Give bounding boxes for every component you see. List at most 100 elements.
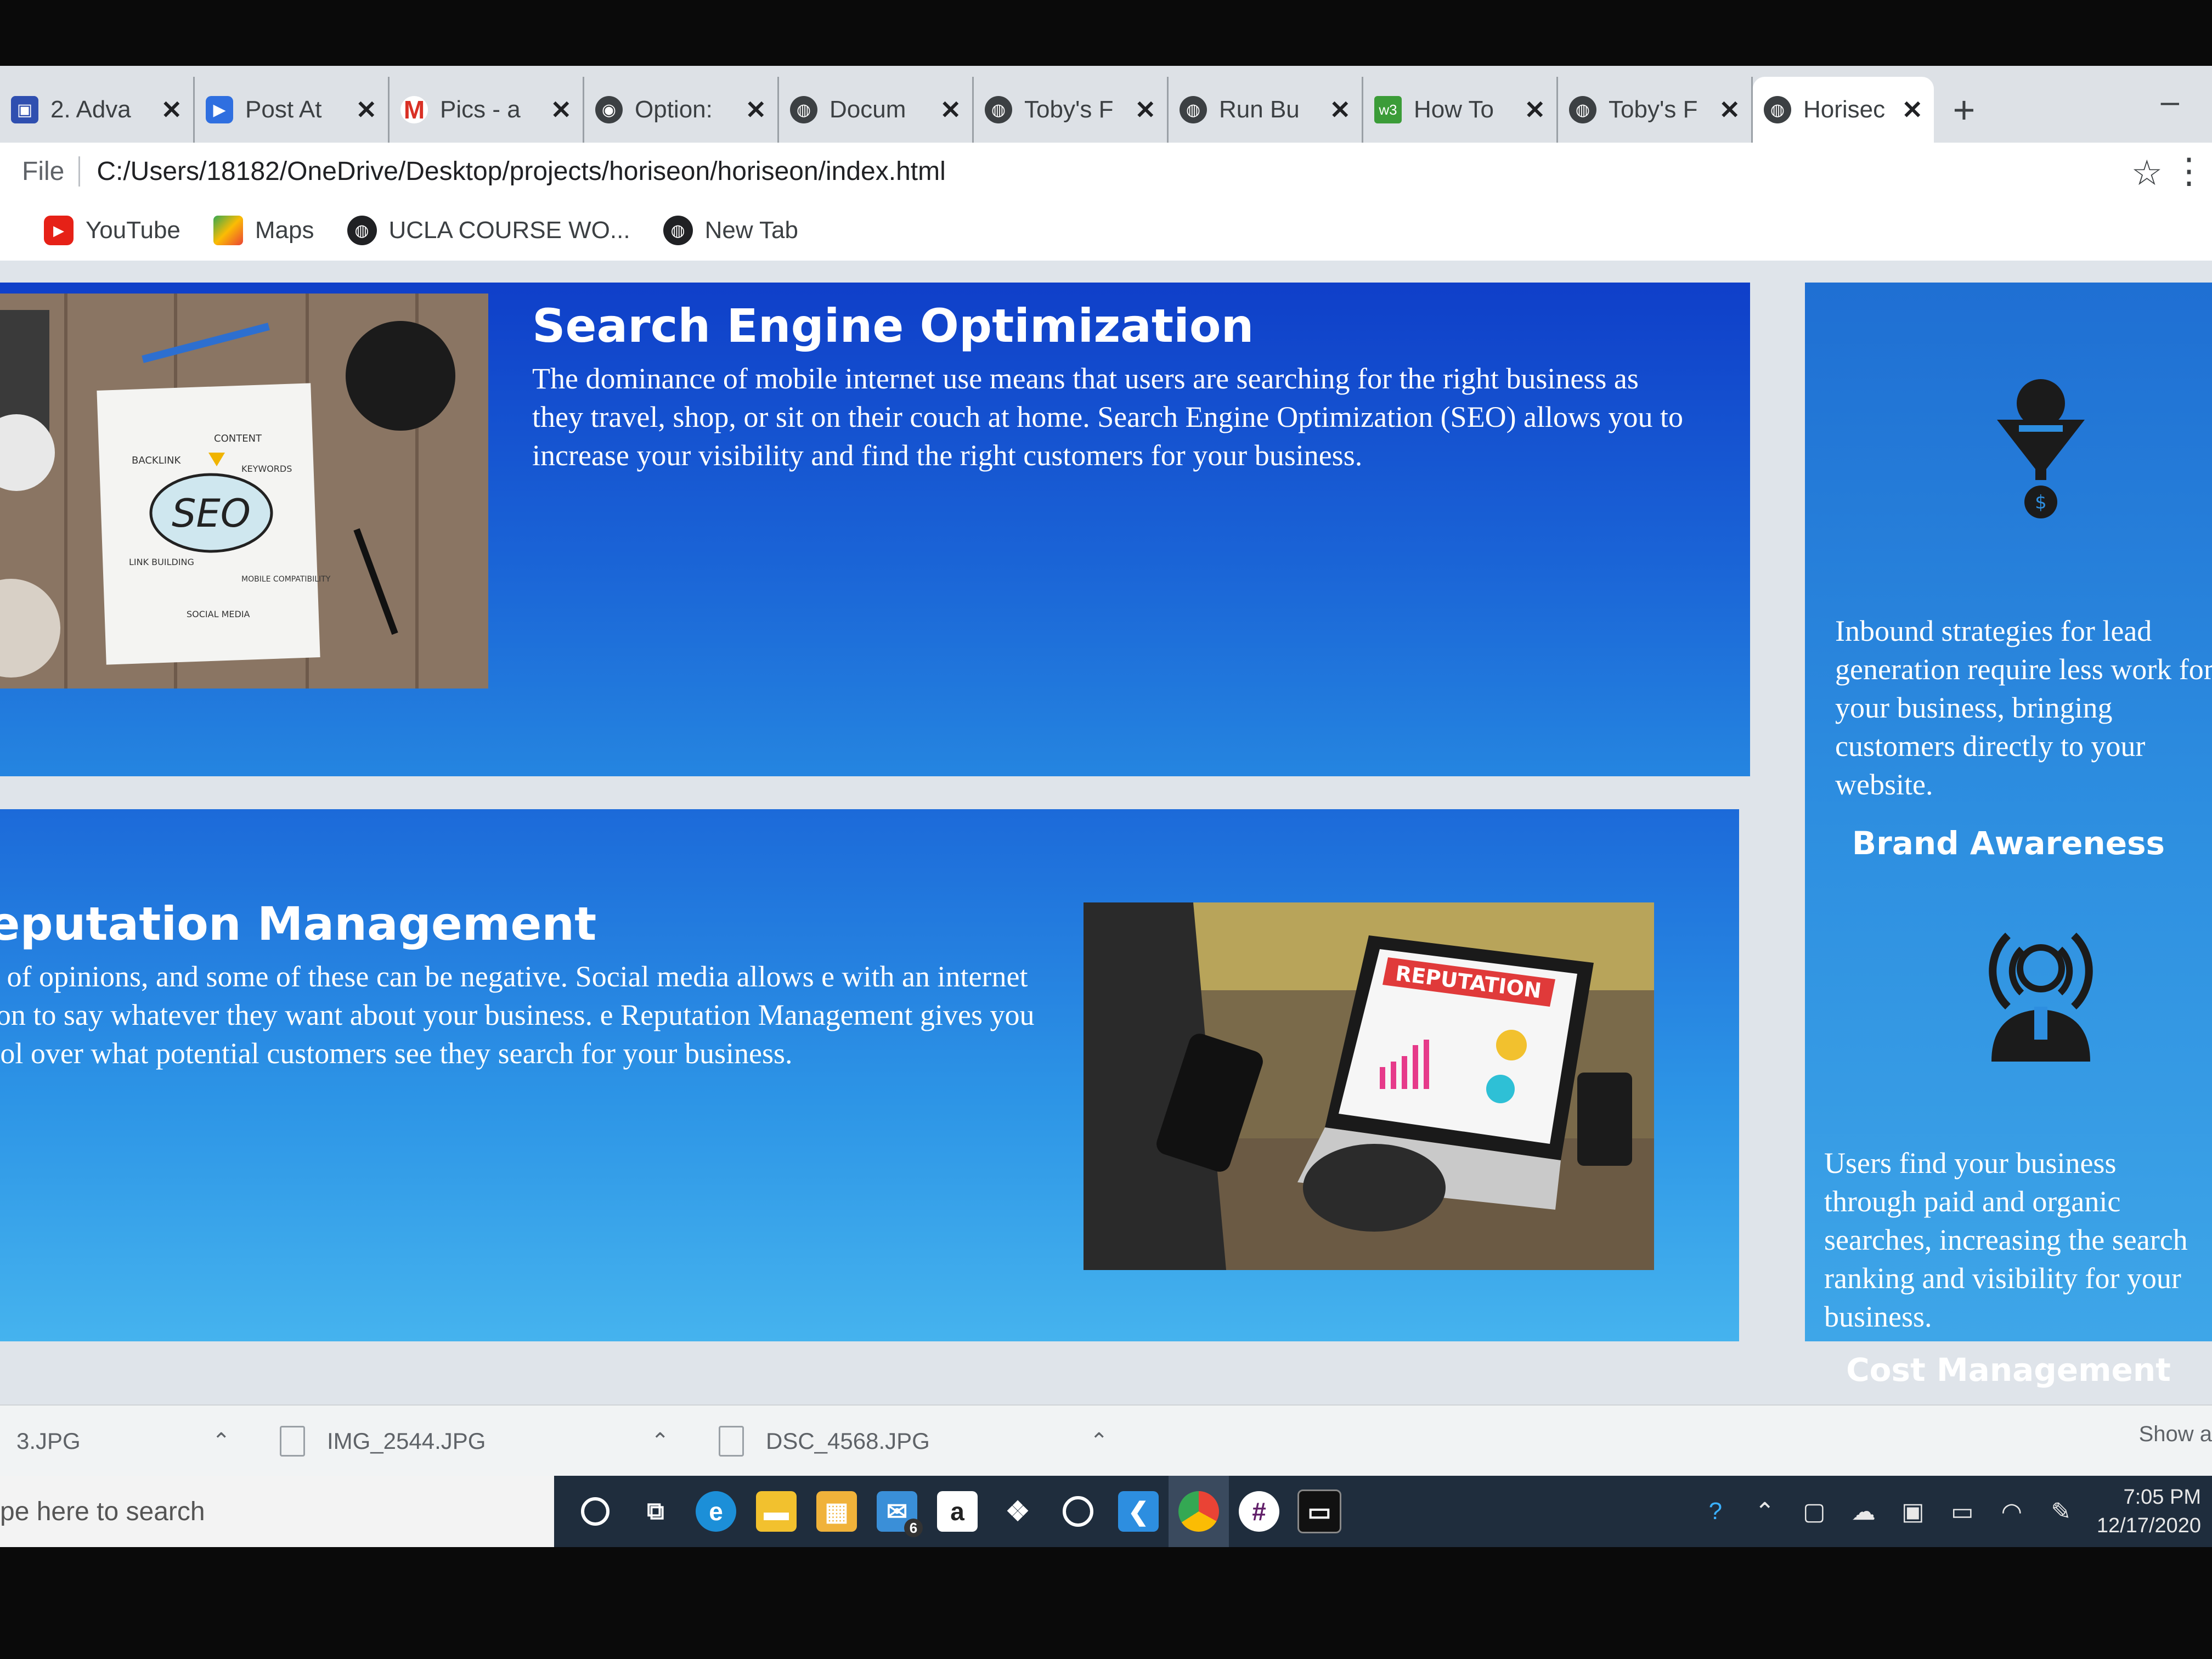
tab-title: Post At [245, 96, 322, 123]
show-all-button[interactable]: Show a [2139, 1422, 2212, 1447]
scheme-label[interactable]: File [22, 156, 81, 187]
browser-tab[interactable]: ▣ 2. Adva ✕ [0, 77, 195, 143]
close-icon[interactable]: ✕ [1719, 95, 1740, 125]
globe-icon: ◍ [985, 96, 1012, 123]
help-icon[interactable]: ? [1691, 1498, 1740, 1525]
display-icon[interactable]: ▣ [1888, 1498, 1938, 1526]
tab-title: 2. Adva [50, 96, 131, 123]
close-icon[interactable]: ✕ [940, 95, 961, 125]
download-item[interactable]: DSC_4568.JPG ⌃ [702, 1426, 1141, 1457]
reputation-paragraph: eb is full of opinions, and some of thes… [0, 960, 1035, 1070]
taskbar-search[interactable]: pe here to search [0, 1476, 554, 1547]
edge-icon[interactable]: e [686, 1476, 746, 1547]
globe-icon: ◍ [1180, 96, 1207, 123]
web-page: SEO CONTENT BACKLINK KEYWORDS LINK BUILD… [0, 261, 2212, 1404]
store-icon[interactable]: ▦ [806, 1476, 867, 1547]
browser-tab[interactable]: ▶ Post At ✕ [195, 77, 390, 143]
browser-tab[interactable]: ◍ Toby's F ✕ [974, 77, 1169, 143]
tab-title: How To [1414, 96, 1494, 123]
search-placeholder: pe here to search [0, 1497, 205, 1526]
download-shelf: 3.JPG ⌃ IMG_2544.JPG ⌃ DSC_4568.JPG ⌃ Sh… [0, 1404, 2212, 1477]
tab-title: Option: [635, 96, 713, 123]
address-bar[interactable]: File C:/Users/18182/OneDrive/Desktop/pro… [0, 143, 2212, 200]
zoom-icon: ▶ [206, 96, 233, 123]
tab-strip: ▣ 2. Adva ✕ ▶ Post At ✕ M Pics - a ✕ ◉ O… [0, 66, 2212, 143]
amazon-icon[interactable]: a [927, 1476, 988, 1547]
cost-management-heading: Cost Management [1846, 1351, 2171, 1389]
task-view-icon[interactable]: ⧉ [625, 1476, 686, 1547]
menu-icon[interactable]: ⋮ [2171, 150, 2207, 191]
bookmark-youtube[interactable]: ▶ YouTube [44, 216, 180, 245]
svg-text:$: $ [2035, 492, 2047, 514]
clock-time: 7:05 PM [2123, 1486, 2201, 1509]
bookmark-new-tab[interactable]: ◍ New Tab [663, 216, 798, 245]
system-tray: ? ⌃ ▢ ☁ ▣ ▭ ◠ ✎ 7:05 PM 12/17/2020 [1691, 1476, 2201, 1547]
image-word: CONTENT [214, 433, 262, 444]
browser-tab[interactable]: ◉ Option: ✕ [584, 77, 779, 143]
download-filename: 3.JPG [16, 1428, 81, 1454]
browser-tab[interactable]: w3 How To ✕ [1363, 77, 1558, 143]
close-icon[interactable]: ✕ [1524, 95, 1545, 125]
brand-paragraph: Users find your business through paid an… [1824, 1147, 2188, 1333]
browser-tab[interactable]: M Pics - a ✕ [390, 77, 584, 143]
reputation-section: ine Reputation Management eb is full of … [0, 809, 1739, 1341]
reputation-heading: ine Reputation Management [0, 897, 597, 951]
browser-tab-active[interactable]: ◍ Horisec ✕ [1753, 77, 1934, 143]
close-icon[interactable]: ✕ [1901, 95, 1923, 125]
browser-tab[interactable]: ◍ Docum ✕ [779, 77, 974, 143]
minimize-button[interactable]: – [2161, 82, 2179, 120]
image-word: LINK BUILDING [129, 557, 194, 567]
reputation-image: REPUTATION [1084, 902, 1654, 1270]
close-icon[interactable]: ✕ [161, 95, 182, 125]
close-icon[interactable]: ✕ [356, 95, 377, 125]
brand-awareness-icon [1970, 913, 2112, 1067]
download-item[interactable]: IMG_2544.JPG ⌃ [263, 1426, 702, 1457]
chevron-up-icon[interactable]: ⌃ [1740, 1498, 1790, 1526]
pen-icon[interactable]: ✎ [2036, 1498, 2086, 1526]
tab-title: Horisec [1803, 96, 1886, 123]
close-icon[interactable]: ✕ [745, 95, 766, 125]
close-icon[interactable]: ✕ [1329, 95, 1351, 125]
globe-icon: ◍ [347, 216, 377, 245]
bookmark-star-icon[interactable]: ☆ [2131, 153, 2163, 194]
file-explorer-icon[interactable]: ▬ [746, 1476, 806, 1547]
vscode-icon[interactable]: ❮ [1108, 1476, 1169, 1547]
dropbox-icon[interactable]: ❖ [988, 1476, 1048, 1547]
bookmark-maps[interactable]: Maps [213, 216, 314, 245]
meet-icon[interactable]: ▢ [1790, 1498, 1839, 1526]
youtube-icon: ▶ [44, 216, 74, 245]
tab-title: Docum [830, 96, 906, 123]
terminal-icon[interactable]: ▭ [1289, 1476, 1350, 1547]
clock[interactable]: 7:05 PM 12/17/2020 [2097, 1483, 2201, 1540]
tab-title: Pics - a [440, 96, 521, 123]
seo-section: SEO CONTENT BACKLINK KEYWORDS LINK BUILD… [0, 283, 1750, 776]
chrome-icon[interactable] [1169, 1476, 1229, 1547]
bookmark-ucla[interactable]: ◍ UCLA COURSE WO... [347, 216, 630, 245]
close-icon[interactable]: ✕ [550, 95, 572, 125]
download-item[interactable]: 3.JPG ⌃ [0, 1428, 263, 1454]
browser-tab[interactable]: ◍ Run Bu ✕ [1169, 77, 1363, 143]
mail-icon[interactable]: ✉ 6 [867, 1476, 927, 1547]
chevron-up-icon[interactable]: ⌃ [651, 1429, 669, 1454]
wifi-icon[interactable]: ◠ [1987, 1498, 2036, 1526]
close-icon[interactable]: ✕ [1135, 95, 1156, 125]
battery-icon[interactable]: ▭ [1938, 1498, 1987, 1526]
url-text[interactable]: C:/Users/18182/OneDrive/Desktop/projects… [97, 156, 945, 187]
file-icon [719, 1426, 744, 1457]
seo-word: SEO [172, 491, 251, 536]
chevron-up-icon[interactable]: ⌃ [212, 1429, 230, 1454]
w3schools-icon: w3 [1374, 96, 1402, 123]
github-icon: ◉ [595, 96, 623, 123]
new-tab-button[interactable]: + [1934, 77, 1994, 143]
seo-heading: Search Engine Optimization [532, 299, 1254, 353]
lead-generation-icon: $ [1986, 370, 2096, 524]
tab-title: Toby's F [1024, 96, 1114, 123]
cortana-icon[interactable] [565, 1476, 625, 1547]
gmail-icon: M [400, 95, 428, 124]
globe-icon: ◍ [790, 96, 817, 123]
slack-icon[interactable]: # [1229, 1476, 1289, 1547]
chevron-up-icon[interactable]: ⌃ [1090, 1429, 1108, 1454]
onedrive-icon[interactable]: ☁ [1839, 1498, 1888, 1526]
github-desktop-icon[interactable] [1048, 1476, 1108, 1547]
browser-tab[interactable]: ◍ Toby's F ✕ [1558, 77, 1753, 143]
